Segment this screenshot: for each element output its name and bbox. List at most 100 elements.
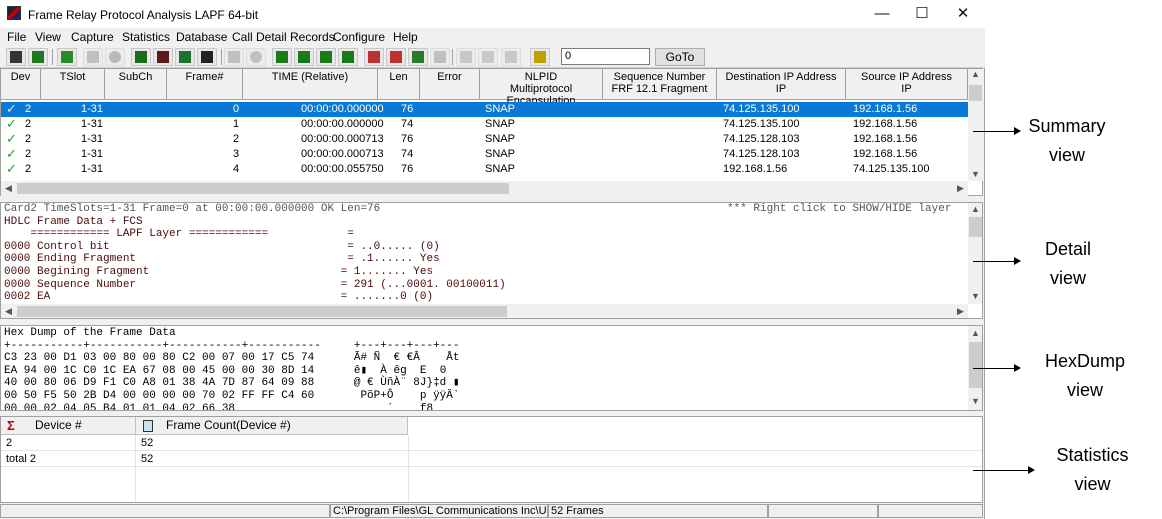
open-file-button[interactable] [6, 48, 26, 66]
chart-icon[interactable] [530, 48, 550, 66]
record-icon[interactable] [246, 48, 266, 66]
detail-line: 0000 Sequence Number = 291 (...0001. 001… [4, 278, 506, 291]
table-row[interactable]: ✓ 2 1-31 2 00:00:00.000713 76 SNAP 74.125.128.1… [1, 132, 968, 147]
cell-time: 00:00:00.000000 [301, 118, 384, 130]
goto-button[interactable]: GoTo [655, 48, 705, 66]
cell-src: 192.168.1.56 [853, 118, 918, 130]
maximize-button[interactable]: ☐ [907, 4, 937, 24]
cell-dst: 74.125.135.100 [723, 103, 800, 115]
col-src-ip[interactable]: Source IP Address IP [846, 69, 968, 100]
summary-hscroll[interactable]: ◀ ▶ [1, 181, 968, 196]
cell-tslot: 1-31 [81, 163, 104, 175]
menu-statistics[interactable]: Statistics [122, 30, 170, 44]
tools-icon[interactable] [430, 48, 450, 66]
detail-line: 0002 EA = .......0 (0) [4, 291, 434, 304]
save-icon[interactable] [197, 48, 217, 66]
filter-clear-icon[interactable] [338, 48, 358, 66]
call-icon[interactable] [456, 48, 476, 66]
set-filter-icon[interactable] [364, 48, 384, 66]
export-button[interactable] [175, 48, 195, 66]
hexdump-view-label: HexDump view [1044, 351, 1126, 400]
cell-len: 76 [401, 163, 414, 175]
cell-tslot: 1-31 [81, 148, 104, 160]
filter-remove-icon[interactable] [316, 48, 336, 66]
table-row[interactable]: ✓ 2 1-31 4 00:00:00.055750 76 SNAP 192.168.1.56… [1, 162, 968, 177]
cell-src: 74.125.135.100 [853, 163, 930, 175]
cell-dev: 2 [25, 148, 32, 160]
status-path: C:\Program Files\GL Communications Inc\U… [330, 504, 548, 518]
menu-file[interactable]: File [7, 30, 26, 44]
col-tslot[interactable]: TSlot [41, 69, 105, 100]
cell-src: 192.168.1.56 [853, 103, 918, 115]
col-sequence[interactable]: Sequence Number FRF 12.1 Fragment [603, 69, 717, 100]
check-icon: ✓ [6, 146, 17, 161]
table-row[interactable]: ✓ 2 1-31 1 00:00:00.000000 74 SNAP 74.125.135.1… [1, 117, 968, 132]
col-dest-ip[interactable]: Destination IP Address IP [717, 69, 846, 100]
detail-view-label: Detail view [1044, 239, 1092, 288]
col-subch[interactable]: SubCh [105, 69, 167, 100]
pdf-icon[interactable] [501, 48, 521, 66]
stop-button[interactable] [105, 48, 125, 66]
hexdump-view: Hex Dump of the Frame Data +-----------+-… [0, 325, 983, 411]
detail-line: 0000 Begining Fragment = 1....... Yes [4, 266, 434, 278]
menu-bar: File View Capture Statistics Database Ca… [0, 28, 985, 46]
table-row[interactable]: ✓ 2 1-31 3 00:00:00.000713 74 SNAP 74.125.128.1… [1, 147, 968, 162]
funnel-icon[interactable] [408, 48, 428, 66]
col-frame[interactable]: Frame# [167, 69, 243, 100]
menu-help[interactable]: Help [393, 30, 418, 44]
cell-frame: 2 [233, 133, 240, 145]
col-len[interactable]: Len [378, 69, 420, 100]
cell-len: 76 [401, 103, 414, 115]
call-end-icon[interactable] [478, 48, 498, 66]
detail-header-hint: *** Right click to SHOW/HIDE layer [727, 203, 952, 215]
detail-vscroll[interactable]: ▲ ▼ [968, 203, 982, 304]
stat-col-count[interactable]: Frame Count(Device #) [136, 417, 408, 435]
col-error[interactable]: Error [420, 69, 480, 100]
col-nlpid[interactable]: NLPID Multiprotocol Encapsulation [480, 69, 603, 107]
frame-number-input[interactable]: 0 [561, 48, 650, 65]
menu-capture[interactable]: Capture [71, 30, 114, 44]
calculator-icon [143, 420, 153, 432]
menu-call-detail-records[interactable]: Call Detail Records [232, 30, 335, 44]
title-bar: Frame Relay Protocol Analysis LAPF 64-bi… [0, 0, 985, 28]
status-extra [768, 504, 878, 518]
set-search-icon[interactable] [386, 48, 406, 66]
cell-time: 00:00:00.000713 [301, 148, 384, 160]
grid-icon[interactable] [224, 48, 244, 66]
cell-nlpid: SNAP [485, 148, 515, 160]
statistics-arrow [973, 466, 1035, 474]
cell-time: 00:00:00.055750 [301, 163, 384, 175]
table-row[interactable]: ✓ 2 1-31 0 00:00:00.000000 76 SNAP 74.125.135.1… [1, 102, 968, 117]
cell-frame: 0 [233, 103, 240, 115]
detail-hscroll[interactable]: ◀ ▶ [1, 304, 968, 318]
card-config-button[interactable] [153, 48, 173, 66]
cell-dst: 74.125.128.103 [723, 148, 800, 160]
capture-button[interactable] [28, 48, 48, 66]
cell-nlpid: SNAP [485, 133, 515, 145]
card-button[interactable] [131, 48, 151, 66]
filter-add-icon[interactable] [294, 48, 314, 66]
detail-arrow [973, 257, 1021, 265]
stat-device: 2 [6, 437, 13, 449]
hexdump-line: EA 94 00 1C C0 1C EA 67 08 00 45 00 00 3… [4, 364, 447, 377]
col-dev[interactable]: Dev [1, 69, 41, 100]
menu-configure[interactable]: Configure [333, 30, 385, 44]
minimize-button[interactable]: — [867, 4, 897, 24]
start-capture-button[interactable] [57, 48, 77, 66]
close-button[interactable]: ✕ [948, 4, 978, 24]
cell-dev: 2 [25, 163, 32, 175]
stat-col-device[interactable]: Σ Device # [1, 417, 136, 435]
stat-count: 52 [141, 453, 154, 465]
stat-row[interactable]: total 2 52 [1, 451, 982, 467]
col-time[interactable]: TIME (Relative) [243, 69, 378, 100]
menu-database[interactable]: Database [176, 30, 227, 44]
summary-view-label: Summary view [1028, 116, 1106, 165]
filter-icon[interactable] [272, 48, 292, 66]
app-window: Frame Relay Protocol Analysis LAPF 64-bi… [0, 0, 985, 519]
edit-button[interactable] [83, 48, 103, 66]
menu-view[interactable]: View [35, 30, 61, 44]
summary-view: Dev TSlot SubCh Frame# TIME (Relative) L… [0, 68, 983, 196]
cell-dev: 2 [25, 118, 32, 130]
summary-vscroll[interactable]: ▲ ▼ [968, 69, 983, 181]
stat-row[interactable]: 2 52 [1, 435, 982, 451]
